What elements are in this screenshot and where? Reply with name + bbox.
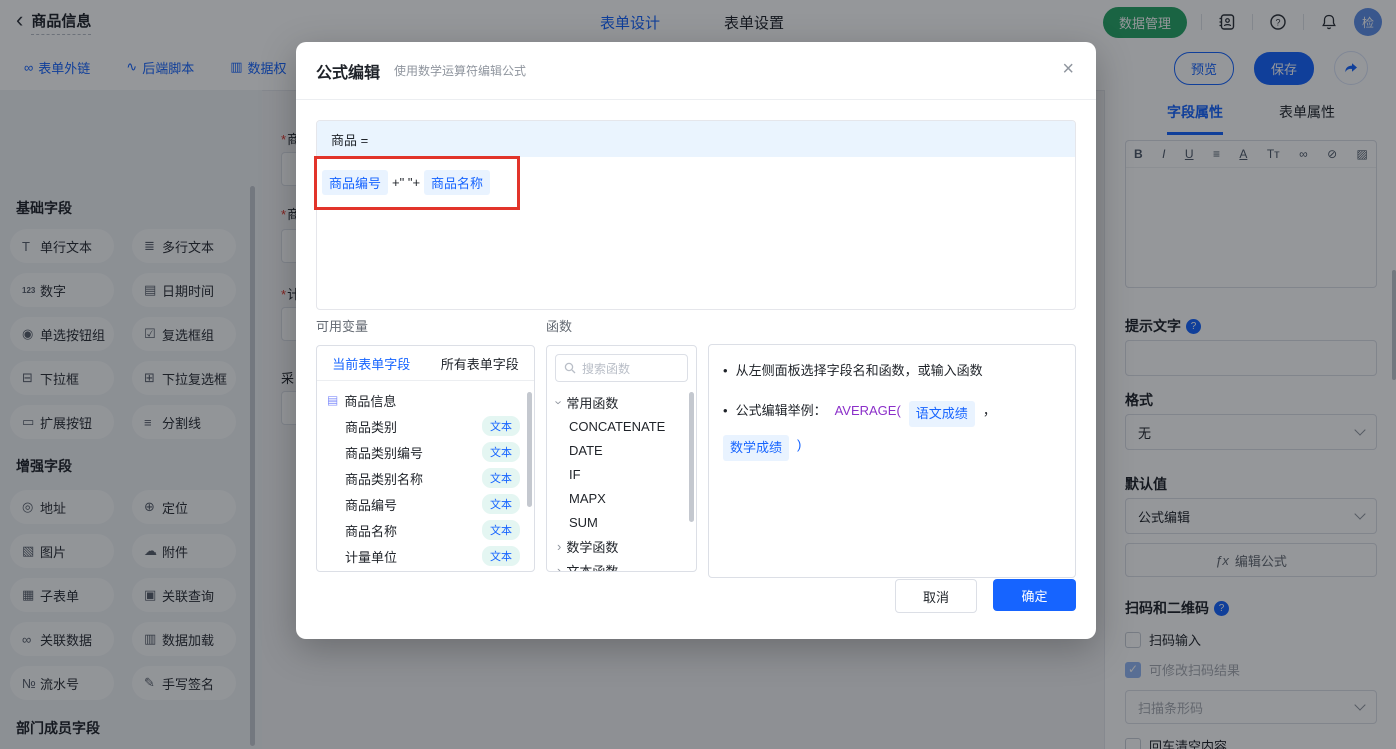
field-token[interactable]: 商品名称 [424, 170, 491, 195]
example-field-chip: 语文成绩 [908, 401, 975, 427]
function-group-math[interactable]: › 数学函数 [547, 534, 696, 558]
function-item[interactable]: IF [547, 462, 696, 486]
cancel-button[interactable]: 取消 [895, 579, 977, 613]
type-badge: 文本 [482, 520, 520, 540]
bullet-icon: • [723, 363, 728, 378]
chevron-down-icon: › [551, 399, 567, 405]
functions-scrollbar[interactable] [689, 392, 694, 522]
field-token[interactable]: 商品编号 [322, 170, 389, 195]
variable-row[interactable]: 商品类别编号 文本 [317, 439, 534, 465]
chevron-right-icon: › [557, 562, 562, 572]
operator-token: +" "+ [392, 175, 421, 190]
functions-label: 函数 [546, 319, 573, 334]
variable-row[interactable]: 商品编号 文本 [317, 491, 534, 517]
variable-row[interactable]: 计量单位 文本 [317, 543, 534, 569]
function-group-text[interactable]: › 文本函数 [547, 558, 696, 572]
type-badge: 文本 [482, 416, 520, 436]
app-root: ‹ 商品信息 表单设计 表单设置 数据管理 ? 检 ∞ 表单外链 ∿ 后端脚本 … [0, 0, 1396, 749]
variables-tabs: 当前表单字段 所有表单字段 [317, 346, 534, 381]
hints-panel: • 从左侧面板选择字段名和函数，或输入函数 • 公式编辑举例： AVERAGE(… [708, 344, 1076, 578]
function-item[interactable]: DATE [547, 438, 696, 462]
function-item[interactable]: CONCATENATE [547, 414, 696, 438]
tab-current-form-fields[interactable]: 当前表单字段 [317, 354, 426, 373]
function-group-common[interactable]: › 常用函数 [547, 390, 696, 414]
example-close-paren: ) [797, 437, 802, 452]
type-badge: 文本 [482, 442, 520, 462]
tab-all-form-fields[interactable]: 所有表单字段 [426, 354, 535, 373]
search-placeholder: 搜索函数 [582, 361, 631, 376]
formula-expression[interactable]: 商品编号 +" "+ 商品名称 [322, 170, 491, 195]
bullet-icon: • [723, 403, 728, 418]
search-icon [564, 362, 576, 374]
function-item[interactable]: MAPX [547, 486, 696, 510]
hint-line-1: • 从左侧面板选择字段名和函数，或输入函数 [723, 361, 1061, 381]
function-item[interactable]: SUM [547, 510, 696, 534]
variable-row[interactable]: 商品类别 文本 [317, 413, 534, 439]
confirm-button[interactable]: 确定 [993, 579, 1076, 611]
formula-editor-box[interactable]: 商品 = [316, 120, 1076, 310]
example-function-name: AVERAGE( [834, 403, 901, 418]
modal-title: 公式编辑 [316, 64, 381, 82]
variables-label: 可用变量 [316, 319, 369, 334]
modal-header: 公式编辑 使用数学运算符编辑公式 [296, 42, 1096, 100]
formula-target: 商品 = [317, 121, 1075, 157]
variables-scrollbar[interactable] [527, 392, 532, 507]
close-icon[interactable]: × [1062, 58, 1074, 81]
variables-panel: 当前表单字段 所有表单字段 ▤ 商品信息 商品类别 文本 商品类别编号 文本 商品类… [316, 345, 535, 572]
functions-panel: 搜索函数 › 常用函数 CONCATENATE DATE IF MAPX SUM … [546, 345, 697, 572]
variable-row[interactable]: 商品名称 文本 [317, 517, 534, 543]
formula-editor-modal: 公式编辑 使用数学运算符编辑公式 × 商品 = 商品编号 +" "+ 商品名称 … [296, 42, 1096, 639]
group-label: 商品信息 [344, 393, 397, 409]
modal-subtitle: 使用数学运算符编辑公式 [394, 64, 527, 78]
example-field-chip: 数学成绩 [723, 435, 790, 461]
document-icon: ▤ [327, 393, 339, 407]
hint-line-2: • 公式编辑举例： AVERAGE( 语文成绩 ， 数学成绩 ) [723, 401, 1061, 461]
type-badge: 文本 [482, 468, 520, 488]
chevron-right-icon: › [557, 538, 562, 554]
function-search-input[interactable]: 搜索函数 [555, 354, 688, 382]
type-badge: 文本 [482, 494, 520, 514]
modal-footer: 取消 确定 [895, 579, 1076, 613]
type-badge: 文本 [482, 546, 520, 566]
variable-row[interactable]: 商品类别名称 文本 [317, 465, 534, 491]
variables-group-row[interactable]: ▤ 商品信息 [317, 387, 534, 413]
